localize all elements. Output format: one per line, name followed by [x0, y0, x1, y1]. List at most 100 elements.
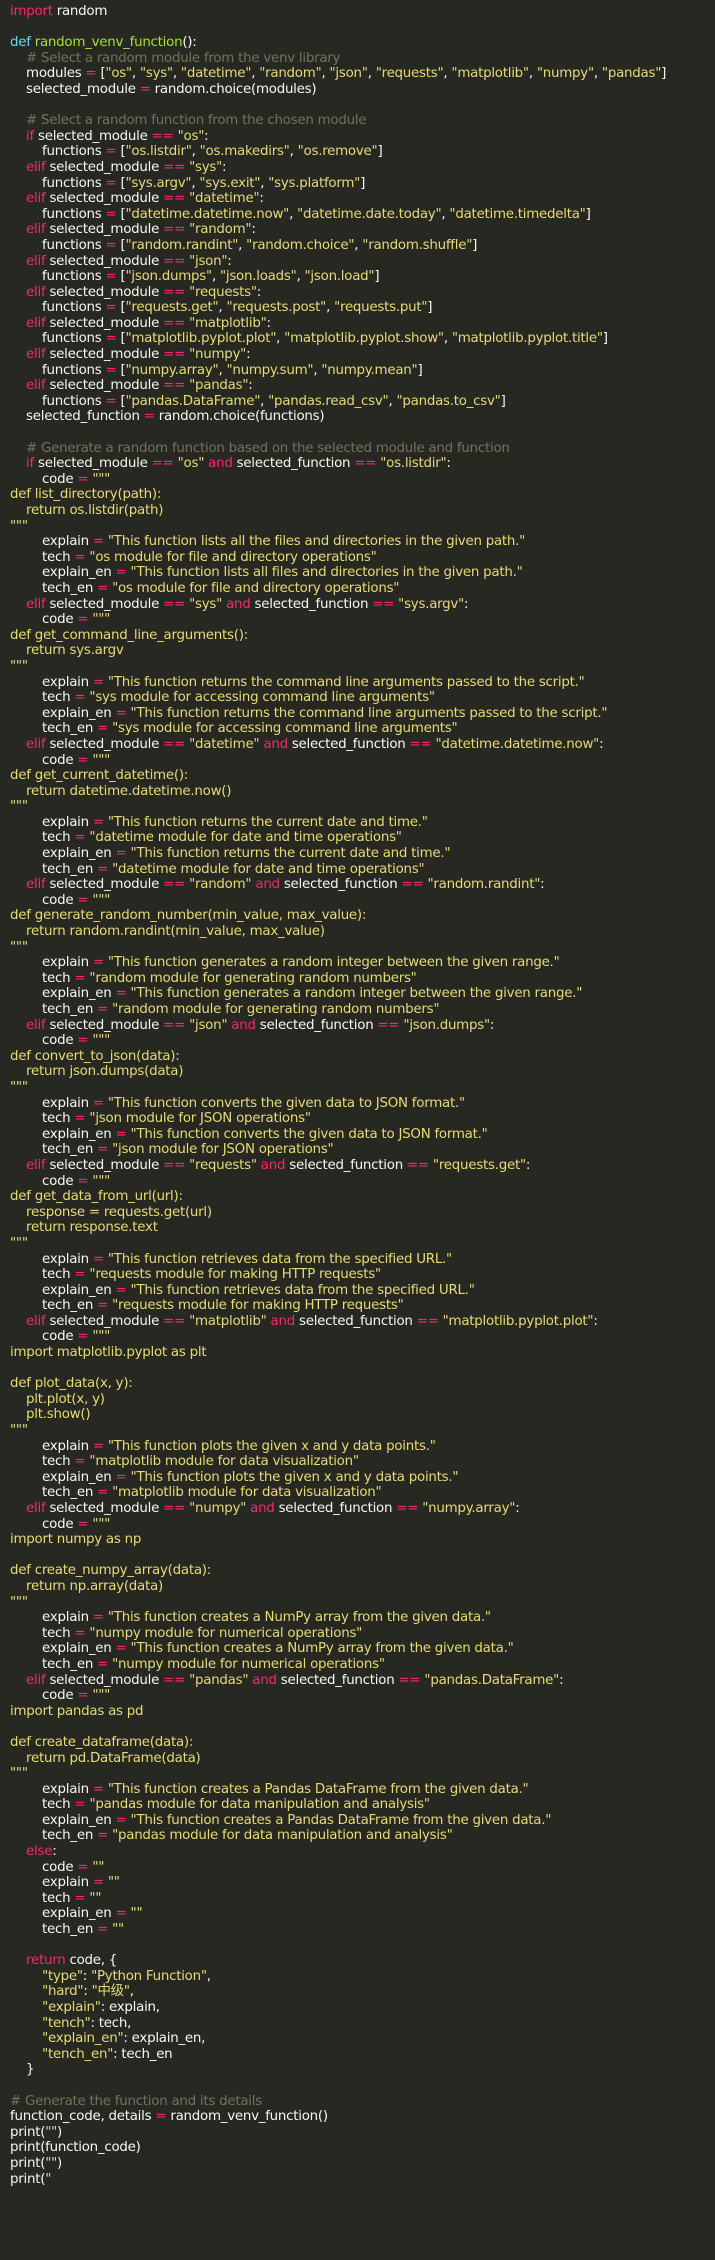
code-line: """ [10, 799, 715, 815]
code-token: """ [10, 939, 28, 955]
code-line: "explain": explain, [10, 2000, 715, 2016]
code-line: elif selected_module == "random" and sel… [10, 877, 715, 893]
code-editor[interactable]: import random def random_venv_function()… [0, 0, 715, 2260]
code-token: random.choice(modules) [150, 81, 317, 97]
code-token: = [77, 752, 89, 768]
code-token: "pandas" [601, 66, 662, 82]
code-token: "hard" [42, 1984, 84, 2000]
code-token: "numpy" [536, 66, 594, 82]
code-token: selected_module [45, 877, 164, 893]
code-token: elif [26, 284, 46, 300]
code-line: explain = "This function plots the given… [10, 1439, 715, 1455]
code-line: tech = "" [10, 1891, 715, 1907]
code-token: : tech, [90, 2015, 132, 2031]
code-token: functions [10, 269, 106, 285]
code-line: elif selected_module == "random": [10, 222, 715, 238]
code-token: "datetime" [189, 191, 260, 207]
code-line: """ [10, 519, 715, 535]
code-token: print( [10, 2171, 46, 2187]
code-token: functions [10, 175, 106, 191]
code-token: "This function returns the current date … [107, 814, 428, 830]
code-token: "matplotlib module for data visualizatio… [112, 1485, 382, 1501]
code-token: "numpy module for numerical operations" [89, 1625, 363, 1641]
code-token: selected_module [45, 347, 164, 363]
code-token: and [252, 1672, 277, 1688]
code-line: tech = "pandas module for data manipulat… [10, 1797, 715, 1813]
code-token: selected_module [33, 456, 152, 472]
code-token: "random" [189, 877, 252, 893]
code-token: , [289, 144, 298, 160]
code-token: modules [10, 66, 86, 82]
code-token: "datetime.date.today" [297, 206, 442, 222]
code-line: def create_numpy_array(data): [10, 1563, 715, 1579]
code-token: = [97, 1656, 109, 1672]
code-token: code [10, 1516, 78, 1532]
code-token: explain [10, 1875, 93, 1891]
code-token: elif [26, 1501, 46, 1516]
code-line: code = """ [10, 1517, 715, 1533]
code-line: return os.listdir(path) [10, 503, 715, 519]
code-token: == [416, 1313, 439, 1329]
code-token: "json module for JSON operations" [89, 1111, 311, 1127]
code-line: """ [10, 1236, 715, 1252]
code-token: explain [10, 955, 93, 971]
code-token: "pandas module for data manipulation and… [89, 1797, 430, 1813]
code-line: import matplotlib.pyplot as plt [10, 1345, 715, 1361]
code-token: == [163, 1157, 186, 1173]
code-token: == [406, 1157, 429, 1173]
code-token: == [163, 191, 186, 207]
code-token: (): [182, 35, 197, 51]
code-token: selected_module [45, 1157, 164, 1173]
code-token: random_venv_function [34, 35, 183, 51]
code-token: elif [26, 877, 46, 893]
code-line: tech_en = "os module for file and direct… [10, 581, 715, 597]
code-token: , [260, 393, 269, 409]
code-token: = [97, 1298, 109, 1314]
code-token: explain_en [10, 1469, 116, 1485]
code-token: "pandas module for data manipulation and… [112, 1828, 453, 1844]
code-token: "requests.get" [125, 300, 219, 316]
code-token: "This function generates a random intege… [130, 986, 583, 1002]
code-token: , [528, 66, 537, 82]
code-token: def create_dataframe(data): [10, 1734, 194, 1750]
code-line: elif selected_module == "numpy" and sele… [10, 1501, 715, 1517]
code-token: "中级" [91, 1984, 130, 2000]
code-token: return json.dumps(data) [10, 1064, 184, 1080]
code-token: : [227, 253, 232, 269]
code-token: selected_module [33, 128, 152, 144]
code-token: "This function creates a NumPy array fro… [130, 1641, 514, 1657]
code-token: = [74, 549, 86, 565]
code-token: # Generate a random function based on th… [26, 440, 510, 456]
code-token: explain [10, 1781, 93, 1797]
code-token: tech_en [10, 1298, 98, 1314]
code-token: code [10, 1859, 78, 1875]
code-line: functions = ["json.dumps", "json.loads",… [10, 269, 715, 285]
code-token: selected_function [285, 1157, 407, 1173]
code-line: explain = "This function generates a ran… [10, 955, 715, 971]
code-token: selected_function [279, 877, 402, 893]
code-token: = [77, 1688, 89, 1704]
code-token: : [599, 736, 604, 752]
code-token: tech_en [10, 1828, 98, 1844]
code-token: selected_module [45, 1672, 164, 1688]
code-token: "numpy.sum" [226, 362, 314, 378]
code-token: : explain, [100, 2000, 160, 2015]
code-line: explain = "This function returns the cur… [10, 815, 715, 831]
code-line: functions = ["matplotlib.pyplot.plot", "… [10, 331, 715, 347]
code-token: ) [57, 2155, 62, 2171]
code-line: return code, { [10, 1953, 715, 1969]
code-token: explain [10, 814, 93, 830]
code-token: == [398, 1672, 421, 1688]
code-token: "numpy.array" [125, 362, 219, 378]
code-token: ] [472, 237, 478, 253]
code-token: def get_command_line_arguments(): [10, 627, 248, 643]
code-token: import matplotlib.pyplot as plt [10, 1345, 207, 1361]
